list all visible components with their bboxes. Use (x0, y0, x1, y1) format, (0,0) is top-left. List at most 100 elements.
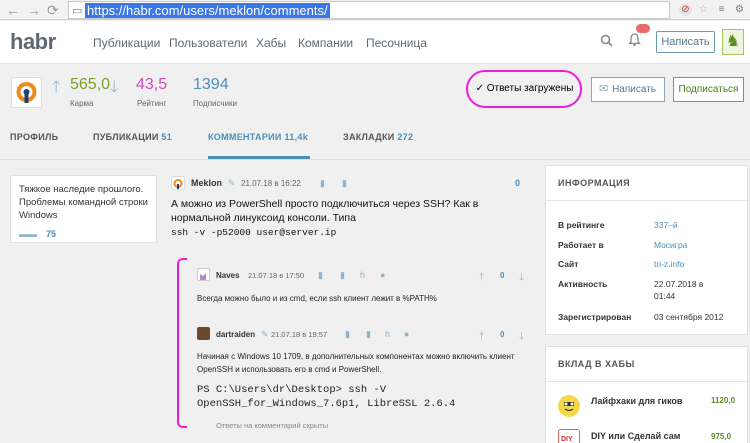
url-text[interactable]: https://habr.com/users/meklon/comments/ (85, 3, 330, 18)
tab-comments[interactable]: КОММЕНТАРИИ 11,4k (208, 132, 308, 142)
post-comments-count[interactable]: 75 (46, 229, 56, 239)
bookmark-icon[interactable]: ▮ (345, 329, 350, 340)
edit-icon: ✎ (228, 178, 236, 188)
bookmark-icon[interactable]: ▮ (366, 329, 371, 340)
subscribe-button[interactable]: Подписаться (673, 77, 744, 102)
hubs-title: ВКЛАД В ХАБЫ (558, 359, 635, 369)
hubs-panel: ВКЛАД В ХАБЫ Лайфхаки для гиков 1120,0 D… (545, 346, 749, 443)
back-icon[interactable]: ← (6, 2, 20, 18)
reply-author[interactable]: Naves (216, 271, 240, 280)
user-avatar-icon[interactable]: ♞ (722, 29, 744, 55)
tab-bookmarks[interactable]: ЗАКЛАДКИ 272 (343, 132, 413, 142)
nav-companies[interactable]: Компании (298, 36, 353, 50)
search-icon[interactable] (600, 34, 613, 50)
vote-up-icon[interactable]: 🡑 (479, 329, 484, 346)
reply-time[interactable]: 21.07.18 в 19:57 (271, 330, 327, 339)
info-label: Активность (558, 279, 608, 289)
lifehacks-hub-icon[interactable] (558, 395, 580, 417)
share-icon[interactable]: ● (404, 329, 409, 339)
reply-avatar[interactable] (197, 327, 210, 340)
karma-label: Карма (70, 99, 94, 108)
diy-hub-icon[interactable]: DIY (558, 429, 580, 443)
reply-text: Всегда можно было и из cmd, если ssh кли… (197, 294, 437, 303)
reply-avatar[interactable] (197, 268, 210, 281)
profile-header: 🡑 565,0 🡓 Карма 43,5 Рейтинг 1394 Подпис… (0, 64, 750, 160)
karma-down-icon[interactable]: 🡓 (110, 76, 118, 103)
comment-avatar[interactable] (171, 176, 185, 190)
vote-down-icon[interactable]: 🡓 (519, 329, 524, 346)
highlight-circle (466, 70, 582, 108)
info-value[interactable]: Mосигра (654, 239, 687, 251)
extension-icon[interactable]: ⊘ (679, 3, 692, 16)
hub-value: 975,0 (711, 432, 732, 441)
forward-icon[interactable]: → (27, 2, 41, 18)
bookmark-icon[interactable]: ▮ (340, 270, 345, 281)
habr-logo[interactable]: habr (10, 29, 56, 55)
info-value: 03 сентября 2012 (654, 312, 724, 322)
comment-time[interactable]: 21.07.18 в 16:22 (241, 179, 301, 188)
nav-sandbox[interactable]: Песочница (366, 36, 427, 50)
vote-up-icon[interactable]: 🡑 (479, 270, 484, 287)
karma-up-icon[interactable]: 🡑 (52, 76, 60, 103)
reply-text: Начиная с Windows 10 1709, в дополнитель… (197, 352, 515, 374)
link-icon[interactable]: h (385, 329, 390, 339)
reply-author[interactable]: dartraiden (216, 330, 255, 339)
tab-publications[interactable]: ПУБЛИКАЦИИ 51 (93, 132, 172, 142)
post-title[interactable]: Тяжкое наследие прошлого. Проблемы коман… (19, 183, 153, 222)
info-title: ИНФОРМАЦИЯ (558, 178, 631, 188)
divider (0, 159, 750, 160)
link-icon[interactable]: h (360, 270, 365, 280)
info-value[interactable]: 337–й (654, 219, 678, 231)
bookmark-icon[interactable]: ▮ (318, 270, 323, 281)
message-button[interactable]: ✉ Написать (591, 77, 665, 102)
tab-profile[interactable]: ПРОФИЛЬ (10, 132, 58, 142)
info-panel: ИНФОРМАЦИЯ В рейтинге 337–й Работает в M… (545, 165, 749, 335)
divider (546, 200, 749, 201)
bell-icon[interactable] (627, 33, 642, 50)
reply-time[interactable]: 21.07.18 в 17:50 (248, 271, 304, 280)
nav-publications[interactable]: Публикации (93, 36, 160, 50)
comment-score: 0 (515, 178, 521, 188)
browser-toolbar: ← → ⟳ ▭ https://habr.com/users/meklon/co… (0, 0, 750, 20)
rating-value: 43,5 (136, 76, 168, 93)
bookmark-icon[interactable]: ▮ (320, 178, 325, 189)
rating-label: Рейтинг (137, 99, 167, 108)
comment-code: ssh -v -p52000 user@server.ip (171, 227, 337, 238)
tab-comments-count: 11,4k (284, 132, 309, 142)
hub-name[interactable]: DIY или Сделай сам (591, 431, 680, 441)
tab-bookmarks-label: ЗАКЛАДКИ (343, 132, 395, 142)
hub-name[interactable]: Лайфхаки для гиков (591, 396, 682, 406)
nav-hubs[interactable]: Хабы (256, 36, 286, 50)
notification-badge (636, 24, 650, 33)
message-button-label: Написать (612, 84, 656, 95)
envelope-icon: ✉ (599, 83, 609, 95)
page-icon: ▭ (72, 5, 83, 17)
karma-value: 565,0 (70, 76, 111, 93)
info-label: Зарегистрирован (558, 312, 632, 322)
menu-icon[interactable]: ≡ (715, 3, 728, 16)
vote-down-icon[interactable]: 🡓 (519, 270, 524, 287)
info-label: Работает в (558, 240, 604, 250)
subscribers-label: Подписчики (193, 99, 238, 108)
info-label: В рейтинге (558, 220, 605, 230)
info-label: Сайт (558, 259, 579, 269)
share-icon[interactable]: ● (380, 270, 385, 280)
reply-score: 0 (500, 271, 505, 280)
divider (546, 381, 749, 382)
diy-hub-icon-glyph: DIY (561, 436, 573, 443)
comment-author[interactable]: Meklon (191, 178, 222, 188)
address-bar[interactable]: ▭ https://habr.com/users/meklon/comments… (68, 1, 670, 19)
nav-users[interactable]: Пользователи (169, 36, 247, 50)
tab-profile-label: ПРОФИЛЬ (10, 132, 59, 142)
reply-code-line: PS C:\Users\dr\Desktop> ssh -V (197, 384, 387, 396)
tab-comments-label: КОММЕНТАРИИ (208, 132, 282, 142)
write-button[interactable]: Написать (656, 31, 715, 53)
replies-hidden-note: Ответы на комментарий скрыты (216, 421, 329, 430)
bookmark-icon[interactable]: ▮ (342, 178, 347, 189)
reload-icon[interactable]: ⟳ (47, 2, 59, 18)
star-icon[interactable]: ☆ (697, 3, 710, 16)
settings-icon[interactable]: ⚙ (733, 3, 746, 16)
post-card[interactable]: Тяжкое наследие прошлого. Проблемы коман… (10, 175, 157, 243)
profile-avatar (11, 77, 42, 108)
info-value[interactable]: tri-z.info (654, 258, 684, 270)
